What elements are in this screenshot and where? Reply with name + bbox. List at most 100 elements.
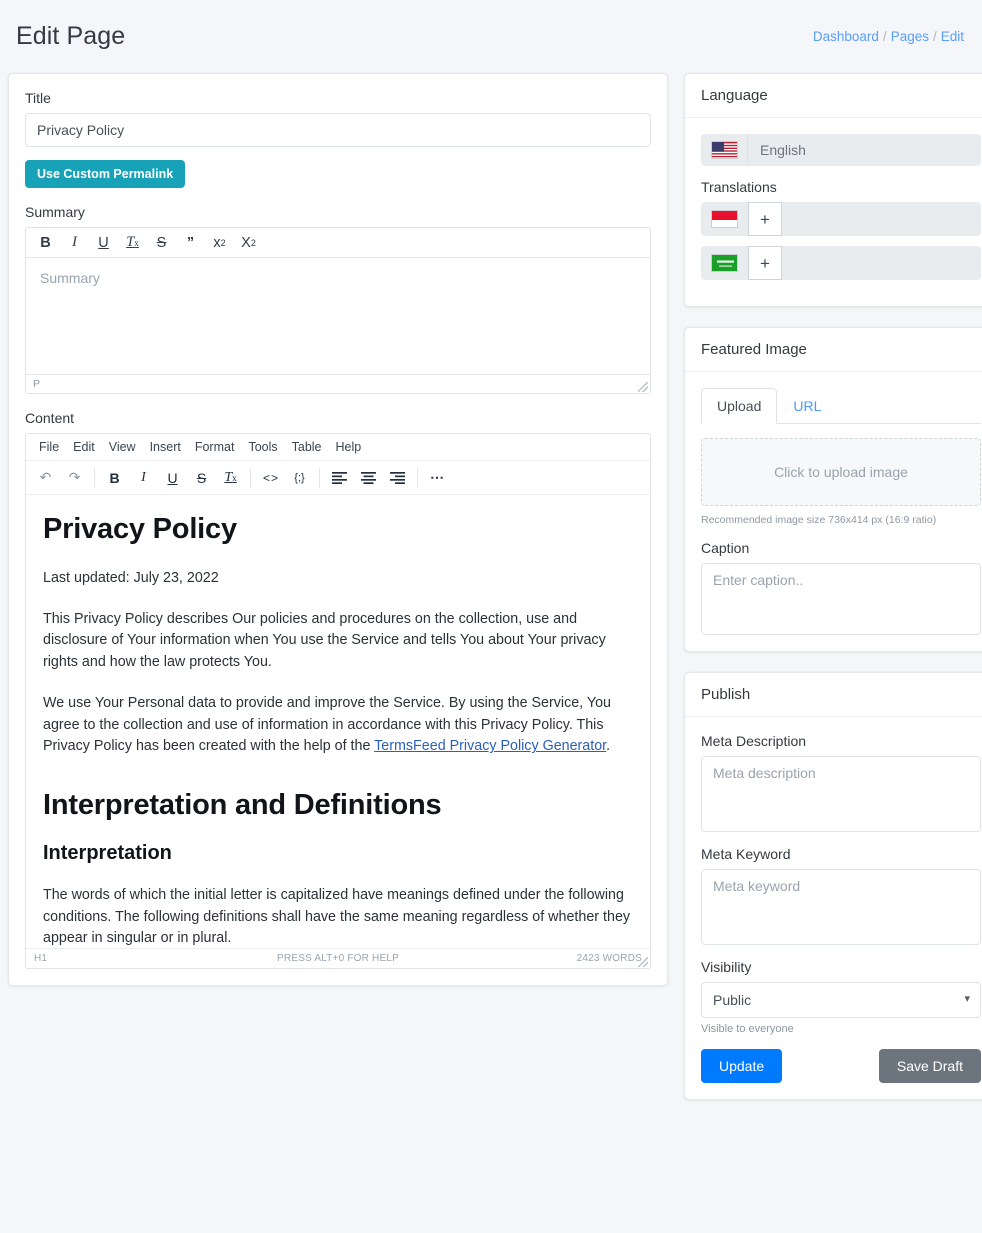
- toolbar-divider-4: [417, 468, 418, 488]
- more-options-icon[interactable]: ⋯: [423, 465, 452, 490]
- breadcrumb: Dashboard/Pages/Edit: [813, 29, 964, 44]
- align-center-glyph: [361, 472, 376, 484]
- editor-status-bar: H1 PRESS ALT+0 FOR HELP 2423 WORDS: [26, 948, 650, 968]
- summary-remove-format-button[interactable]: Tx: [119, 232, 146, 254]
- align-center-icon[interactable]: [354, 465, 383, 490]
- caption-label: Caption: [701, 540, 981, 556]
- indonesia-flag-icon: [711, 210, 738, 228]
- translation-saudi-arabia-field[interactable]: [782, 246, 981, 280]
- bold-button[interactable]: B: [100, 465, 129, 490]
- menu-file[interactable]: File: [32, 437, 66, 457]
- summary-superscript-button[interactable]: x2: [206, 232, 233, 254]
- strikethrough-button[interactable]: S: [187, 465, 216, 490]
- source-code-icon[interactable]: < >: [256, 465, 285, 490]
- clear-formatting-button[interactable]: Tx: [216, 465, 245, 490]
- menu-insert[interactable]: Insert: [143, 437, 188, 457]
- tab-upload[interactable]: Upload: [701, 388, 777, 424]
- translation-indonesia-field[interactable]: [782, 202, 981, 236]
- align-right-glyph: [390, 472, 405, 484]
- tab-url[interactable]: URL: [777, 388, 837, 424]
- page-header: Edit Page Dashboard/Pages/Edit: [0, 0, 982, 73]
- align-left-icon[interactable]: [325, 465, 354, 490]
- update-button[interactable]: Update: [701, 1049, 782, 1083]
- document-paragraph-3: The words of which the initial letter is…: [43, 885, 633, 948]
- use-custom-permalink-button[interactable]: Use Custom Permalink: [25, 160, 185, 188]
- editor-content-area[interactable]: Privacy Policy Last updated: July 23, 20…: [26, 495, 650, 948]
- sidebar-column: Language: [684, 73, 982, 1100]
- code-sample-icon[interactable]: {;}: [285, 465, 314, 490]
- featured-image-card-title: Featured Image: [685, 328, 982, 372]
- us-flag-glyph: [712, 142, 738, 159]
- document-subheading-interpretation: Interpretation: [43, 842, 633, 865]
- align-left-glyph: [332, 472, 347, 484]
- summary-underline-button[interactable]: U: [90, 232, 117, 254]
- content-row: Title Use Custom Permalink Summary B I U…: [0, 73, 982, 1100]
- toolbar-divider-1: [94, 468, 95, 488]
- summary-blockquote-button[interactable]: ”: [177, 232, 204, 254]
- visibility-select[interactable]: Public Private: [701, 982, 981, 1018]
- caption-textarea[interactable]: [701, 563, 981, 635]
- page-title: Edit Page: [16, 22, 125, 51]
- visibility-note: Visible to everyone: [701, 1023, 981, 1035]
- us-flag-icon: [711, 141, 738, 159]
- add-translation-indonesia-button[interactable]: +: [748, 202, 782, 236]
- menu-help[interactable]: Help: [329, 437, 369, 457]
- breadcrumb-dashboard-link[interactable]: Dashboard: [813, 29, 879, 44]
- us-flag-box: [701, 134, 748, 166]
- publish-card-title: Publish: [685, 673, 982, 717]
- summary-textarea[interactable]: Summary: [26, 258, 650, 374]
- content-label: Content: [25, 410, 651, 426]
- document-paragraph-2: We use Your Personal data to provide and…: [43, 693, 633, 758]
- align-right-icon[interactable]: [383, 465, 412, 490]
- termsfeed-generator-link[interactable]: TermsFeed Privacy Policy Generator: [374, 738, 606, 754]
- italic-button[interactable]: I: [129, 465, 158, 490]
- translation-row-indonesia: +: [701, 202, 981, 236]
- meta-description-label: Meta Description: [701, 733, 981, 749]
- menu-table[interactable]: Table: [285, 437, 329, 457]
- menu-format[interactable]: Format: [188, 437, 242, 457]
- page-form-body: Title Use Custom Permalink Summary B I U…: [9, 74, 667, 985]
- save-draft-button[interactable]: Save Draft: [879, 1049, 981, 1083]
- summary-resize-handle[interactable]: [638, 382, 648, 392]
- menu-tools[interactable]: Tools: [241, 437, 284, 457]
- title-label: Title: [25, 90, 651, 106]
- summary-bold-button[interactable]: B: [32, 232, 59, 254]
- summary-label: Summary: [25, 204, 651, 220]
- language-card-title: Language: [685, 74, 982, 118]
- publish-card-body: Meta Description Meta Keyword Visibility…: [685, 717, 982, 1099]
- editor-resize-handle[interactable]: [638, 957, 648, 967]
- document-last-updated: Last updated: July 23, 2022: [43, 568, 633, 590]
- title-input[interactable]: [25, 113, 651, 147]
- underline-button[interactable]: U: [158, 465, 187, 490]
- visibility-select-wrap: Public Private ▾: [701, 982, 981, 1018]
- visibility-label: Visibility: [701, 959, 981, 975]
- editor-toolbar: ↶ ↷ B I U S Tx < > {;}: [26, 461, 650, 495]
- toolbar-divider-2: [250, 468, 251, 488]
- summary-strikethrough-button[interactable]: S: [148, 232, 175, 254]
- summary-subscript-button[interactable]: X2: [235, 232, 262, 254]
- indonesia-flag-glyph: [712, 211, 738, 228]
- edit-page-screen: Edit Page Dashboard/Pages/Edit Title Use…: [0, 0, 982, 1233]
- language-selected-row[interactable]: English: [701, 134, 981, 166]
- document-heading-privacy-policy: Privacy Policy: [43, 513, 633, 546]
- summary-toolbar: B I U Tx S ” x2 X2: [26, 228, 650, 258]
- indonesia-flag-box: [701, 202, 748, 236]
- document-heading-interpretation-definitions: Interpretation and Definitions: [43, 789, 633, 822]
- summary-status-bar: P: [26, 374, 650, 393]
- document-paragraph-2-tail: .: [606, 738, 610, 754]
- summary-italic-button[interactable]: I: [61, 232, 88, 254]
- saudi-arabia-flag-box: [701, 246, 748, 280]
- meta-description-textarea[interactable]: [701, 756, 981, 832]
- breadcrumb-pages-link[interactable]: Pages: [891, 29, 929, 44]
- menu-view[interactable]: View: [102, 437, 143, 457]
- add-translation-saudi-arabia-button[interactable]: +: [748, 246, 782, 280]
- image-dropzone[interactable]: Click to upload image: [701, 438, 981, 506]
- editor-menubar: File Edit View Insert Format Tools Table…: [26, 434, 650, 461]
- undo-icon[interactable]: ↶: [31, 465, 60, 490]
- summary-editor: B I U Tx S ” x2 X2 Summary P: [25, 227, 651, 394]
- image-size-hint: Recommended image size 736x414 px (16:9 …: [701, 514, 981, 526]
- meta-keyword-textarea[interactable]: [701, 869, 981, 945]
- redo-icon[interactable]: ↷: [60, 465, 89, 490]
- toolbar-divider-3: [319, 468, 320, 488]
- menu-edit[interactable]: Edit: [66, 437, 102, 457]
